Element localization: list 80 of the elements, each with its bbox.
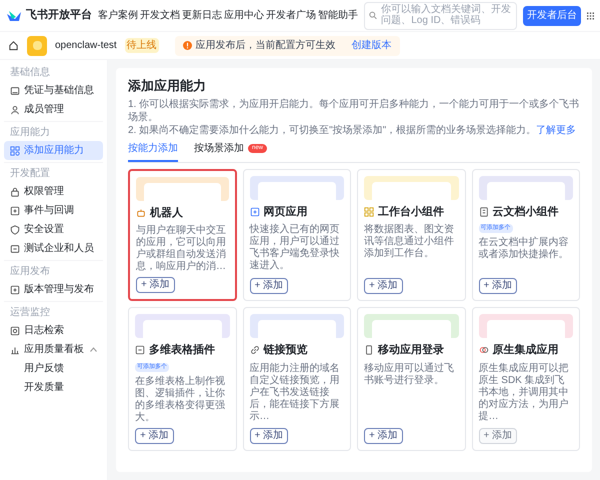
grid-icon bbox=[364, 206, 374, 217]
add-button[interactable]: + 添加 bbox=[478, 278, 518, 294]
app-icon bbox=[27, 36, 47, 56]
capability-card[interactable]: 工作台小组件 将数据图表、图文资讯等信息通过小组件添加到工作台。 + 添加 bbox=[357, 168, 466, 301]
grid-icon bbox=[10, 146, 20, 156]
card-description: 与用户在聊天中交互的应用，它可以向用户或群组自动发送消息，响应用户的消… bbox=[136, 225, 227, 273]
capability-card[interactable]: 链接预览 应用能力注册的域名自定义链接预览，用户在飞书发送链接后，能在链接下方展示… + 添加 bbox=[242, 307, 351, 450]
card-description: 移动应用可以通过飞书账号进行登录。 bbox=[364, 362, 455, 388]
card-description: 将数据图表、图文资讯等信息通过小组件添加到工作台。 bbox=[364, 224, 455, 261]
section-heading: 开发配置 bbox=[9, 166, 51, 181]
rings-icon bbox=[478, 345, 488, 356]
search-icon bbox=[369, 11, 378, 20]
notice-text: 应用发布后，当前配置方可生效 bbox=[196, 38, 336, 53]
card-title: 原生集成应用 bbox=[492, 342, 558, 358]
sidebar-item[interactable]: 版本管理与发布 bbox=[4, 280, 103, 299]
card-description: 原生集成应用可以把原生 SDK 集成到飞书本地，并调用其中的对应方法，为用户提… bbox=[478, 362, 570, 424]
card-description: 应用能力注册的域名自定义链接预览，用户在飞书发送链接后，能在链接下方展示… bbox=[250, 362, 340, 424]
sidebar-item[interactable]: 日志检索 bbox=[4, 321, 103, 340]
capability-card[interactable]: 机器人 与用户在聊天中交互的应用，它可以向用户或群组自动发送消息，响应用户的消… + 添加 bbox=[128, 168, 236, 301]
nav-link[interactable]: 开发者广场 bbox=[266, 8, 316, 23]
create-version-link[interactable]: 创建版本 bbox=[352, 38, 392, 53]
sidebar-item[interactable]: 测试企业和人员 bbox=[4, 239, 103, 258]
sidebar-item[interactable]: 安全设置 bbox=[4, 220, 103, 239]
sidebar-subitem[interactable]: 用户反馈 bbox=[4, 359, 103, 378]
plus-square-icon bbox=[250, 206, 260, 217]
card-title: 云文档小组件 bbox=[492, 204, 558, 220]
section-heading: 运营监控 bbox=[9, 306, 51, 320]
sidebar-item[interactable]: 权限管理 bbox=[4, 182, 103, 201]
shield-icon bbox=[10, 224, 20, 234]
capability-card[interactable]: 网页应用 快速接入已有的网页应用，用户可以通过飞书客户端免登录快速进入。 + 添加 bbox=[242, 168, 351, 301]
section-heading: 基础信息 bbox=[9, 66, 51, 80]
card-title: 链接预览 bbox=[264, 342, 308, 358]
status-badge: 待上线 bbox=[124, 38, 159, 53]
learn-more-link[interactable]: 了解更多 bbox=[536, 124, 576, 136]
instruction-text: 2. 如果尚不确定需要添加什么能力，可切换至"按场景添加"，根据所需的业务场景选择能力。了解更多 bbox=[128, 124, 578, 136]
brand-name[interactable]: 飞书开放平台 bbox=[26, 7, 92, 24]
card-title: 网页应用 bbox=[264, 204, 308, 220]
card-title: 工作台小组件 bbox=[378, 204, 444, 220]
card-description: 快速接入已有的网页应用，用户可以通过飞书客户端免登录快速进入。 bbox=[250, 224, 340, 273]
nav-link[interactable]: 更新日志 bbox=[182, 8, 222, 23]
page-title: 添加应用能力 bbox=[128, 77, 207, 95]
sidebar-item[interactable]: 成员管理 bbox=[4, 100, 103, 119]
plus-square-icon bbox=[10, 206, 20, 216]
add-button[interactable]: + 添加 bbox=[135, 428, 174, 444]
card-title: 移动应用登录 bbox=[378, 342, 444, 358]
app-name: openclaw-test bbox=[55, 39, 117, 53]
sidebar-item[interactable]: 事件与回调 bbox=[4, 201, 103, 220]
sidebar-item[interactable]: 凭证与基础信息 bbox=[4, 81, 103, 100]
tab[interactable]: 按能力添加 bbox=[128, 140, 178, 162]
plus-square-icon bbox=[10, 284, 20, 294]
nav-link[interactable]: 智能助手 bbox=[318, 8, 358, 23]
instruction-text: 1. 你可以根据实际需求，为应用开启能力。每个应用可开启多种能力，一个能力可用于一个或多个飞书场景。 bbox=[128, 98, 580, 124]
console-button[interactable]: 开发者后台 bbox=[523, 6, 581, 26]
add-button[interactable]: + 添加 bbox=[364, 428, 403, 444]
sidebar-item[interactable]: 应用质量看板 bbox=[4, 340, 103, 359]
add-button[interactable]: + 添加 bbox=[250, 278, 288, 294]
section-heading: 应用发布 bbox=[9, 264, 51, 279]
card-description: 在多维表格上制作视图、逻辑插件，让你的多维表格变得更强大。 bbox=[135, 376, 226, 424]
apps-grid-icon[interactable] bbox=[587, 10, 594, 20]
add-button[interactable]: + 添加 bbox=[136, 277, 175, 293]
nav-link[interactable]: 客户案例 bbox=[98, 8, 138, 23]
phone-icon bbox=[364, 345, 374, 356]
nav-link[interactable]: 开发文档 bbox=[140, 8, 180, 23]
lock-icon bbox=[10, 186, 20, 196]
card-title: 多维表格插件 bbox=[149, 342, 215, 358]
logo-icon bbox=[6, 10, 22, 22]
link-icon bbox=[250, 345, 260, 356]
bar-chart-icon bbox=[10, 344, 20, 354]
home-icon[interactable] bbox=[8, 40, 19, 51]
warning-icon bbox=[182, 41, 192, 50]
section-heading: 应用能力 bbox=[9, 126, 51, 140]
add-button[interactable]: + 添加 bbox=[250, 428, 288, 444]
sidebar-subitem[interactable]: 开发质量 bbox=[4, 378, 103, 397]
nav-link[interactable]: 应用中心 bbox=[224, 8, 264, 23]
sidebar-item[interactable]: 添加应用能力 bbox=[4, 141, 103, 160]
add-button[interactable]: + 添加 bbox=[364, 278, 403, 294]
person-icon bbox=[10, 104, 20, 114]
card-description: 在云文档中扩展内容或者添加快捷操作。 bbox=[478, 237, 570, 262]
capability-card[interactable]: 移动应用登录 移动应用可以通过飞书账号进行登录。 + 添加 bbox=[357, 307, 466, 450]
card-title: 机器人 bbox=[150, 206, 183, 220]
